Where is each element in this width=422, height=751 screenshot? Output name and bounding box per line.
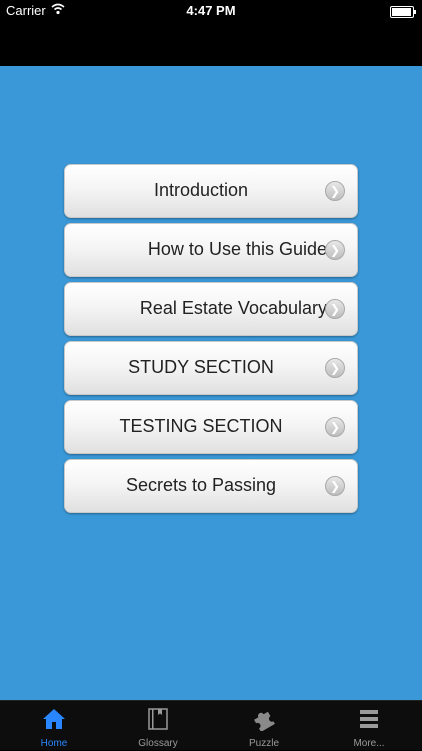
chevron-right-icon: ❯	[325, 240, 345, 260]
menu-item-testing-section[interactable]: TESTING SECTION ❯	[64, 400, 358, 454]
battery-level	[392, 8, 411, 16]
puzzle-icon	[252, 707, 276, 732]
tab-bar: Home Glossary Puzzle More...	[0, 700, 422, 750]
menu-item-study-section[interactable]: STUDY SECTION ❯	[64, 341, 358, 395]
navigation-bar	[0, 22, 422, 66]
chevron-right-icon: ❯	[325, 417, 345, 437]
chevron-right-icon: ❯	[325, 358, 345, 378]
home-icon	[42, 707, 66, 731]
menu-item-label: Introduction	[153, 180, 249, 200]
book-icon	[146, 707, 170, 731]
tab-label: Puzzle	[248, 738, 279, 749]
tab-label: More...	[353, 738, 385, 749]
chevron-right-icon: ❯	[325, 476, 345, 496]
chevron-right-icon: ❯	[325, 181, 345, 201]
menu-item-label: How to Use this Guide	[147, 239, 327, 259]
menu-item-secrets[interactable]: Secrets to Passing ❯	[64, 459, 358, 513]
chevron-right-icon: ❯	[325, 299, 345, 319]
menu-item-label: Secrets to Passing	[125, 475, 277, 495]
main-content: Introduction ❯ How to Use this Guide ❯ R…	[0, 66, 422, 700]
tab-puzzle[interactable]: Puzzle	[224, 701, 304, 751]
status-time: 4:47 PM	[186, 3, 236, 18]
tab-more[interactable]: More...	[329, 701, 409, 751]
menu-item-introduction[interactable]: Introduction ❯	[64, 164, 358, 218]
tab-glossary[interactable]: Glossary	[118, 701, 198, 751]
menu-item-how-to-use[interactable]: How to Use this Guide ❯	[64, 223, 358, 277]
menu-item-vocabulary[interactable]: Real Estate Vocabulary ❯	[64, 282, 358, 336]
menu-item-label: STUDY SECTION	[128, 357, 274, 377]
more-icon	[357, 707, 381, 731]
menu-item-label: Real Estate Vocabulary	[139, 298, 327, 318]
tab-label: Home	[40, 738, 68, 749]
main-menu: Introduction ❯ How to Use this Guide ❯ R…	[64, 164, 358, 518]
tab-home[interactable]: Home	[14, 701, 94, 751]
tab-label: Glossary	[138, 738, 178, 749]
status-bar: Carrier 4:47 PM	[0, 0, 422, 22]
menu-item-label: TESTING SECTION	[119, 416, 283, 436]
battery-icon	[390, 6, 416, 18]
